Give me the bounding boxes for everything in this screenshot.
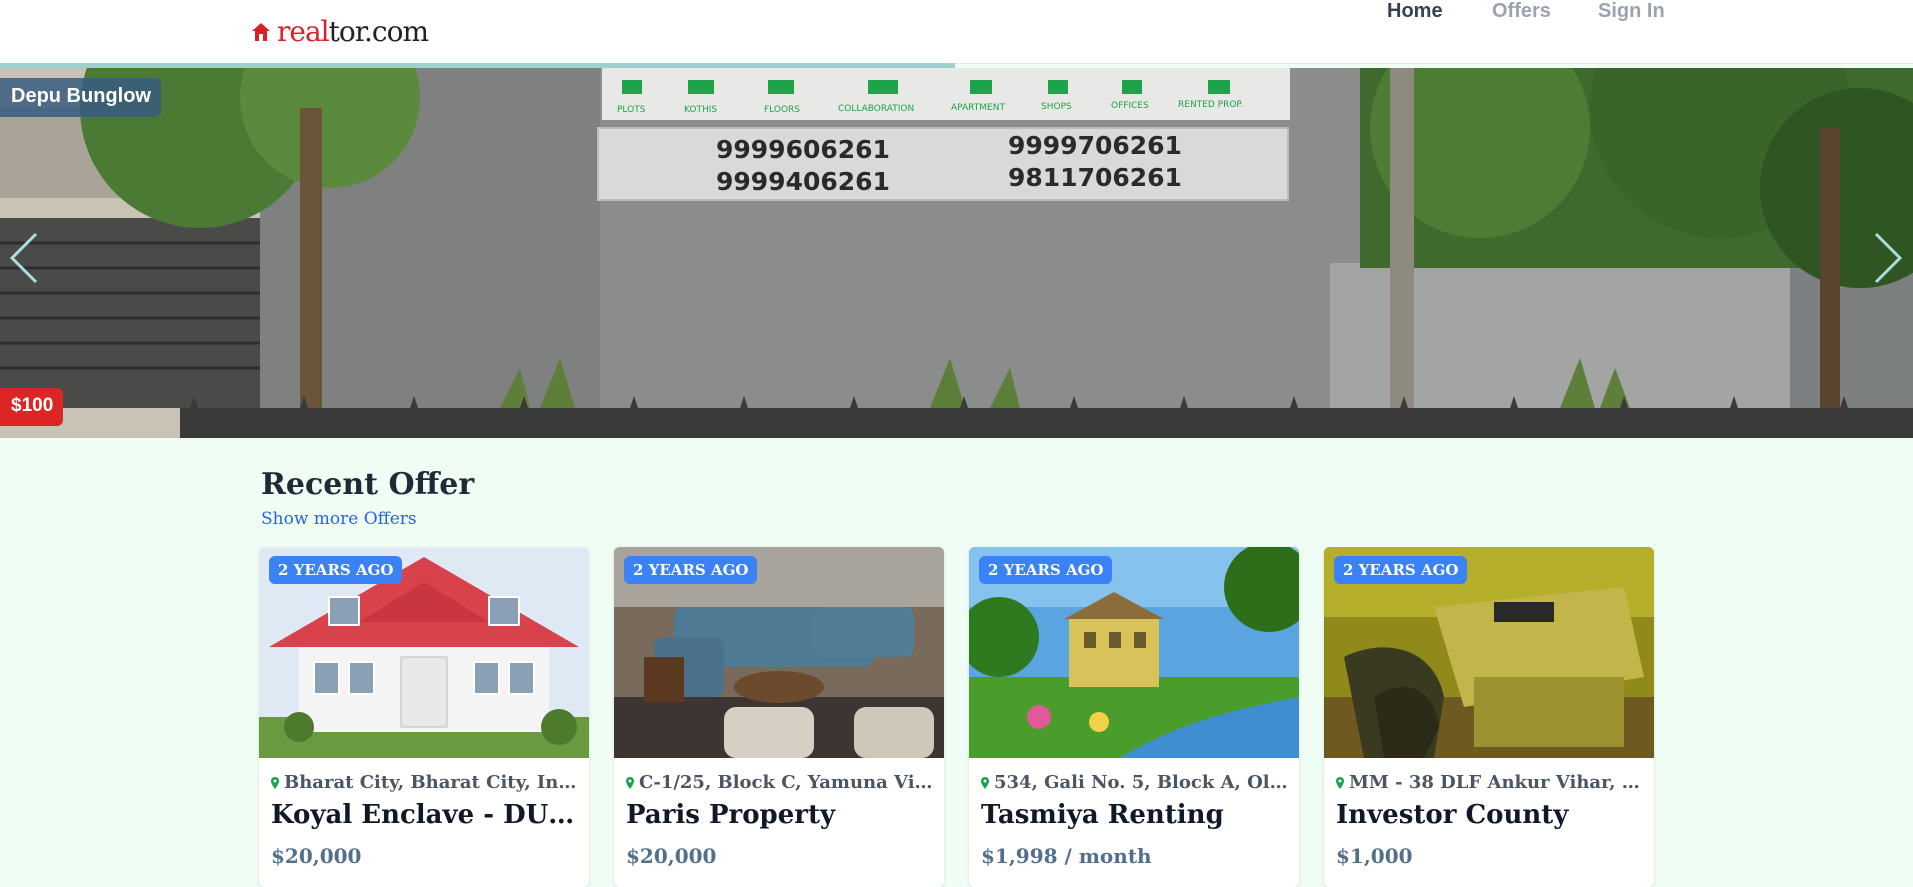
sign-category-text: OFFICES <box>1111 101 1149 111</box>
sign-phone-text: 9999406261 <box>716 167 890 196</box>
map-pin-icon <box>626 776 634 789</box>
recent-offer-heading: Recent Offer <box>261 467 475 502</box>
card-location: 534, Gali No. 5, Block A, Old M... <box>981 772 1291 793</box>
hero-listing-title: Depu Bunglow <box>0 78 161 117</box>
sign-category-text: RENTED PROP. <box>1178 100 1243 110</box>
map-pin-icon <box>271 776 279 789</box>
card-location-text: Bharat City, Bharat City, Indra... <box>284 772 581 793</box>
hero-slider: PLOTS KOTHIS FLOORS COLLABORATION APARTM… <box>0 68 1913 438</box>
offer-card[interactable]: 2 YEARS AGO Bharat City, Bharat City, In… <box>259 547 589 887</box>
card-title: Paris Property <box>626 800 836 830</box>
listing-age-badge: 2 YEARS AGO <box>624 556 758 584</box>
sign-category-text: FLOORS <box>764 105 800 115</box>
sign-category-text: APARTMENT <box>951 103 1005 113</box>
show-more-offers-link[interactable]: Show more Offers <box>261 509 417 529</box>
card-title: Koyal Enclave - DUR... <box>271 800 581 830</box>
listing-age-badge: 2 YEARS AGO <box>269 556 403 584</box>
house-icon <box>252 23 270 41</box>
listing-age-badge: 2 YEARS AGO <box>1334 556 1468 584</box>
chevron-right-icon[interactable] <box>1866 228 1906 288</box>
sign-category-text: SHOPS <box>1041 102 1072 112</box>
card-price: $1,998 / month <box>981 844 1152 868</box>
sign-phone-text: 9999606261 <box>716 135 890 164</box>
nav-home[interactable]: Home <box>1387 0 1443 23</box>
card-title: Tasmiya Renting <box>981 800 1224 830</box>
card-location-text: MM - 38 DLF Ankur Vihar, Lo... <box>1349 772 1646 793</box>
sign-category-text: COLLABORATION <box>838 104 914 114</box>
hero-image: PLOTS KOTHIS FLOORS COLLABORATION APARTM… <box>0 68 1913 438</box>
nav-sign-in[interactable]: Sign In <box>1598 0 1665 23</box>
map-pin-icon <box>981 776 989 789</box>
hero-price-badge: $100 <box>0 388 64 426</box>
sign-phone-text: 9811706261 <box>1008 163 1182 192</box>
card-location: MM - 38 DLF Ankur Vihar, Lo... <box>1336 772 1646 793</box>
sign-phone-text: 9999706261 <box>1008 131 1182 160</box>
sign-category-text: KOTHIS <box>684 105 717 115</box>
offer-card[interactable]: 2 YEARS AGO MM - 38 DLF Ankur Vihar, Lo.… <box>1324 547 1654 887</box>
card-price: $1,000 <box>1336 844 1413 868</box>
top-navbar: realtor.com Home Offers Sign In <box>0 0 1913 64</box>
offer-card[interactable]: 2 YEARS AGO C-1/25, Block C, Yamuna Viha… <box>614 547 944 887</box>
realtor-logo[interactable]: realtor.com <box>250 14 429 50</box>
card-location-text: C-1/25, Block C, Yamuna Viha... <box>639 772 936 793</box>
logo-text: realtor.com <box>277 15 429 48</box>
chevron-left-icon[interactable] <box>6 228 46 288</box>
card-price: $20,000 <box>626 844 717 868</box>
nav-offers[interactable]: Offers <box>1492 0 1551 23</box>
listing-age-badge: 2 YEARS AGO <box>979 556 1113 584</box>
card-location: Bharat City, Bharat City, Indra... <box>271 772 581 793</box>
card-price: $20,000 <box>271 844 362 868</box>
map-pin-icon <box>1336 776 1344 789</box>
sign-category-text: PLOTS <box>617 105 646 115</box>
offer-card[interactable]: 2 YEARS AGO 534, Gali No. 5, Block A, Ol… <box>969 547 1299 887</box>
card-location: C-1/25, Block C, Yamuna Viha... <box>626 772 936 793</box>
card-location-text: 534, Gali No. 5, Block A, Old M... <box>994 772 1291 793</box>
card-title: Investor County <box>1336 800 1569 830</box>
